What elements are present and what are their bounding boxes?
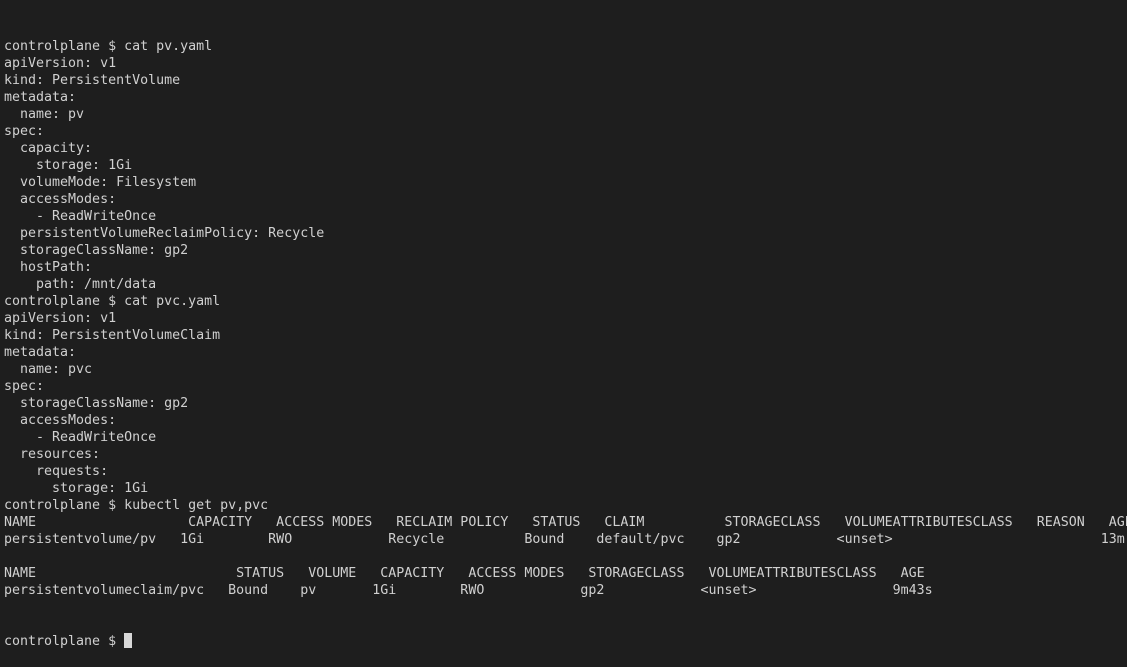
- terminal-line: name: pvc: [4, 362, 93, 377]
- terminal-line: kind: PersistentVolume: [4, 73, 181, 88]
- terminal-line: storage: 1Gi: [4, 158, 133, 173]
- cursor-block: [124, 633, 133, 648]
- terminal-line: spec:: [4, 379, 45, 394]
- terminal-line: spec:: [4, 124, 45, 139]
- terminal-line: controlplane $ cat pvc.yaml: [4, 294, 221, 309]
- terminal-line: metadata:: [4, 90, 77, 105]
- terminal-line: kind: PersistentVolumeClaim: [4, 328, 221, 343]
- terminal-line: apiVersion: v1: [4, 56, 117, 71]
- terminal-line: - ReadWriteOnce: [4, 209, 157, 224]
- terminal-line: persistentvolumeclaim/pvc Bound pv 1Gi R…: [4, 583, 933, 598]
- prompt-text: controlplane $: [4, 634, 125, 649]
- terminal-line: accessModes:: [4, 192, 117, 207]
- terminal-line: apiVersion: v1: [4, 311, 117, 326]
- terminal-line: NAME STATUS VOLUME CAPACITY ACCESS MODES…: [4, 566, 925, 581]
- terminal-line: storageClassName: gp2: [4, 243, 189, 258]
- terminal-line: storage: 1Gi: [4, 481, 149, 496]
- terminal-line: controlplane $ cat pv.yaml: [4, 39, 213, 54]
- terminal-line: accessModes:: [4, 413, 117, 428]
- terminal-line: persistentVolumeReclaimPolicy: Recycle: [4, 226, 325, 241]
- terminal-line: NAME CAPACITY ACCESS MODES RECLAIM POLIC…: [4, 515, 1127, 530]
- terminal-window[interactable]: controlplane $ cat pv.yaml apiVersion: v1…: [4, 4, 1127, 649]
- terminal-prompt-line[interactable]: controlplane $: [4, 633, 1127, 650]
- terminal-line: name: pv: [4, 107, 85, 122]
- terminal-line: controlplane $ kubectl get pv,pvc: [4, 498, 269, 513]
- terminal-line: metadata:: [4, 345, 77, 360]
- terminal-line: path: /mnt/data: [4, 277, 157, 292]
- terminal-output: controlplane $ cat pv.yaml apiVersion: v1…: [4, 38, 1127, 599]
- terminal-line: resources:: [4, 447, 101, 462]
- terminal-line: capacity:: [4, 141, 93, 156]
- terminal-line: storageClassName: gp2: [4, 396, 189, 411]
- terminal-line: persistentvolume/pv 1Gi RWO Recycle Boun…: [4, 532, 1125, 547]
- terminal-line: hostPath:: [4, 260, 93, 275]
- terminal-line: requests:: [4, 464, 109, 479]
- terminal-line: - ReadWriteOnce: [4, 430, 157, 445]
- terminal-line: volumeMode: Filesystem: [4, 175, 197, 190]
